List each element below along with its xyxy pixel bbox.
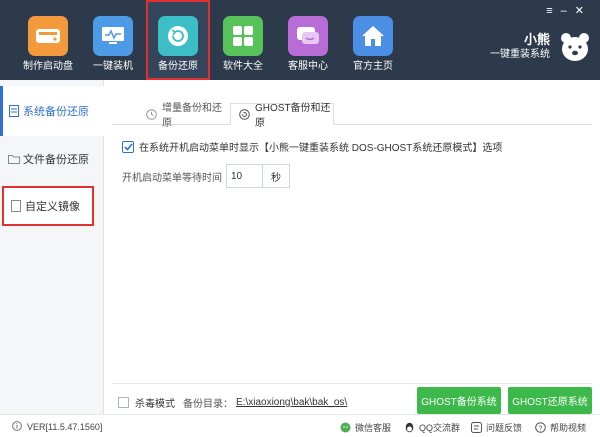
boot-menu-option: 在系统开机启动菜单时显示【小熊一键重装系统 DOS-GHOST系统还原模式】选项 (122, 139, 502, 154)
boot-menu-checkbox[interactable] (122, 140, 134, 153)
nav-official-home[interactable]: 官方主页 (341, 0, 405, 80)
document-icon (8, 105, 20, 117)
chat-icon (288, 16, 328, 56)
link-label: QQ交流群 (419, 423, 461, 433)
tab-label: GHOST备份和还原 (255, 103, 331, 129)
tab-bar: 增量备份和还原 GHOST备份和还原 (112, 103, 592, 129)
nav-software[interactable]: 软件大全 (211, 0, 275, 80)
disk-icon (28, 16, 68, 56)
minimize-icon[interactable]: – (561, 5, 575, 17)
bear-logo-icon (558, 30, 592, 64)
monitor-icon (93, 16, 133, 56)
antivirus-checkbox[interactable] (118, 397, 129, 408)
menu-icon[interactable]: ≡ (546, 5, 560, 17)
antivirus-label: 杀毒模式 (135, 399, 175, 410)
help-icon: ? (535, 422, 546, 433)
feedback-icon (471, 422, 482, 433)
wait-time-row: 开机启动菜单等待时间 秒 (122, 164, 290, 188)
version-text: VER[11.5.47.1560] (27, 421, 103, 432)
sidebar-item-system-backup[interactable]: 系统备份还原 (0, 86, 104, 136)
info-icon (12, 421, 23, 432)
nav-label: 备份还原 (158, 61, 198, 72)
wait-time-unit: 秒 (271, 172, 281, 184)
wait-time-field: 秒 (226, 164, 290, 188)
backup-dir-label: 备份目录： (183, 399, 233, 410)
nav-one-click-install[interactable]: 一键装机 (81, 0, 145, 80)
link-label: 微信客服 (355, 423, 392, 433)
nav-label: 制作启动盘 (23, 61, 73, 72)
action-bar: 杀毒模式 备份目录： E:\xiaoxiong\bak\bak_os\ GHOS… (104, 383, 600, 414)
status-bar: VER[11.5.47.1560] 微信客服 QQ交流群 问题反馈 ? 帮助视频 (0, 414, 600, 437)
nav-label: 一键装机 (93, 61, 133, 72)
wait-time-label: 开机启动菜单等待时间 (122, 172, 222, 184)
sidebar-item-label: 系统备份还原 (23, 106, 89, 118)
qq-group-link[interactable]: QQ交流群 (404, 421, 460, 434)
link-label: 帮助视频 (550, 423, 587, 433)
ghost-backup-button[interactable]: GHOST备份系统 (417, 387, 501, 414)
window-controls: ≡–✕ (546, 4, 592, 17)
feedback-link[interactable]: 问题反馈 (471, 421, 522, 434)
nav-backup-restore[interactable]: 备份还原 (146, 0, 210, 80)
divider (112, 383, 592, 384)
main-panel: 增量备份和还原 GHOST备份和还原 在系统开机启动菜单时显示【小熊一键重装系统… (104, 80, 600, 414)
tab-incremental-backup[interactable]: 增量备份和还原 (138, 103, 228, 129)
nav-make-boot-disk[interactable]: 制作启动盘 (16, 0, 80, 80)
boot-menu-option-label: 在系统开机启动菜单时显示【小熊一键重装系统 DOS-GHOST系统还原模式】选项 (139, 143, 503, 154)
wechat-icon (340, 422, 351, 433)
brand-name: 小熊 (523, 32, 550, 47)
wechat-support-link[interactable]: 微信客服 (340, 421, 391, 434)
link-label: 问题反馈 (486, 423, 523, 433)
qq-icon (404, 422, 415, 433)
tab-label: 增量备份和还原 (162, 103, 222, 129)
top-header: 制作启动盘 一键装机 备份还原 软件大全 客服中心 官方主页 ≡–✕ 小熊 一键… (0, 0, 600, 80)
restore-icon (239, 108, 250, 120)
sidebar-item-custom-image[interactable]: 自定义镜像 (2, 186, 94, 226)
wait-time-input[interactable] (227, 165, 263, 187)
backup-dir-link[interactable]: E:\xiaoxiong\bak\bak_os\ (236, 397, 347, 408)
antivirus-mode: 杀毒模式 备份目录： E:\xiaoxiong\bak\bak_os\ (118, 395, 347, 410)
help-video-link[interactable]: ? 帮助视频 (535, 421, 586, 434)
sidebar-item-file-backup[interactable]: 文件备份还原 (0, 134, 104, 184)
nav-customer-service[interactable]: 客服中心 (276, 0, 340, 80)
nav-label: 软件大全 (223, 61, 263, 72)
sidebar-item-label: 自定义镜像 (25, 201, 80, 213)
sidebar-item-label: 文件备份还原 (23, 154, 89, 166)
close-icon[interactable]: ✕ (575, 5, 592, 17)
version-info: VER[11.5.47.1560] (12, 421, 102, 432)
grid-icon (223, 16, 263, 56)
home-icon (353, 16, 393, 56)
check-icon (123, 142, 133, 151)
sidebar: 系统备份还原 文件备份还原 自定义镜像 (0, 80, 104, 414)
brand-tagline: 一键重装系统 (490, 49, 550, 60)
nav-label: 官方主页 (353, 61, 393, 72)
ghost-restore-button[interactable]: GHOST还原系统 (508, 387, 592, 414)
svg-text:?: ? (539, 425, 543, 432)
image-icon (10, 200, 22, 212)
folder-icon (8, 153, 20, 165)
tab-ghost-backup[interactable]: GHOST备份和还原 (230, 103, 334, 129)
clock-icon (146, 108, 157, 120)
brand: 小熊 一键重装系统 (490, 32, 550, 62)
restore-icon (158, 16, 198, 56)
nav-label: 客服中心 (288, 61, 328, 72)
